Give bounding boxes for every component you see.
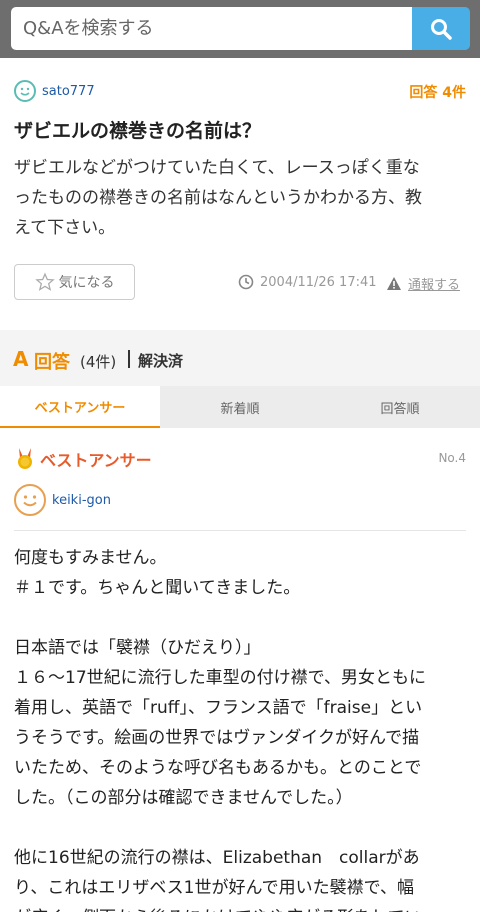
question-user[interactable]: sato777 — [14, 79, 95, 103]
question-title: ザビエルの襟巻きの名前は？ — [14, 120, 262, 142]
best-answer-label: ベストアンサー — [40, 451, 152, 470]
answer-line: が広く、側面から後ろにかけてやや広がる形をしてい — [14, 903, 470, 912]
question-body-line: ザビエルなどがつけていた白くて、レースっぽく重な — [14, 158, 420, 178]
question-actions: 気になる 2004/11/26 17:41 通報する — [0, 264, 480, 300]
tab-best-answer[interactable]: ベストアンサー — [0, 386, 160, 428]
search-icon — [431, 18, 452, 40]
answer-line: 他に16世紀の流行の襟は、Elizabethan collarがあ — [14, 848, 420, 868]
answer-line: いたため、そのような呼び名もあるかも。とのことで — [14, 758, 422, 778]
answer-line: うそうです。絵画の世界ではヴァンダイクが好んで描 — [14, 728, 420, 748]
tab-newest[interactable]: 新着順 — [160, 386, 320, 428]
smiley-icon — [23, 495, 37, 507]
medal-icon — [18, 448, 32, 469]
tab-answer-order[interactable]: 回答順 — [320, 386, 480, 428]
divider — [128, 350, 130, 368]
bookmark-button[interactable]: 気になる — [14, 264, 135, 300]
answer-line: 何度もすみません。 — [14, 548, 167, 568]
search-bar — [0, 0, 480, 58]
answer-line: 日本語では「襞襟（ひだえり）」 — [14, 638, 261, 658]
answers-header: A 回答 (4件) 解決済 — [0, 330, 480, 386]
answer-line: した。（この部分は確認できませんでした。） — [14, 788, 353, 808]
bookmark-label: 気になる — [58, 275, 115, 291]
best-answer-badge: ベストアンサー — [14, 447, 152, 471]
answer-line — [14, 603, 470, 633]
answer-line: ＃１です。ちゃんと聞いてきました。 — [14, 578, 301, 598]
answers-label: 回答 — [34, 352, 70, 373]
search-box[interactable] — [11, 7, 412, 50]
date-text: 2004/11/26 17:41 — [260, 274, 377, 290]
star-icon — [34, 272, 55, 291]
smiley-icon — [20, 87, 30, 96]
answers-count: (4件) — [80, 353, 117, 371]
question-body-line: えて下さい。 — [14, 218, 116, 238]
answer-body: 何度もすみません。 ＃１です。ちゃんと聞いてきました。 日本語では「襞襟（ひだえ… — [14, 543, 470, 912]
avatar — [14, 80, 36, 102]
answer-user[interactable]: keiki-gon — [14, 484, 111, 516]
avatar — [14, 484, 46, 516]
search-input[interactable] — [11, 7, 412, 50]
answer-number: No.4 — [438, 451, 466, 465]
answer-line: り、これはエリザベス1世が好んで用いた襞襟で、幅 — [14, 878, 414, 898]
answer-username[interactable]: keiki-gon — [52, 493, 111, 508]
question-username[interactable]: sato777 — [42, 84, 95, 99]
resolved-status: 解決済 — [138, 352, 184, 370]
answer-line: １６～17世紀に流行した車型の付け襟で、男女ともに — [14, 668, 426, 688]
search-button[interactable] — [412, 7, 470, 50]
divider — [14, 530, 466, 531]
report-label[interactable]: 通報する — [408, 274, 460, 293]
answer-sort-tabs: ベストアンサー 新着順 回答順 — [0, 386, 480, 428]
answer-line — [14, 813, 470, 843]
answer-line: 着用し、英語で「ruff」、フランス語で「fraise」とい — [14, 698, 423, 718]
clock-icon — [238, 274, 254, 290]
warning-icon — [387, 277, 401, 290]
answer-count: 回答 4件 — [409, 85, 466, 101]
answer-a-mark: A — [13, 347, 29, 371]
question-body: ザビエルなどがつけていた白くて、レースっぽく重な ったものの襟巻きの名前はなんと… — [14, 153, 466, 243]
question-body-line: ったものの襟巻きの名前はなんというかわかる方、教 — [14, 188, 422, 208]
question-date: 2004/11/26 17:41 — [238, 274, 377, 290]
report-link[interactable]: 通報する — [386, 274, 460, 293]
